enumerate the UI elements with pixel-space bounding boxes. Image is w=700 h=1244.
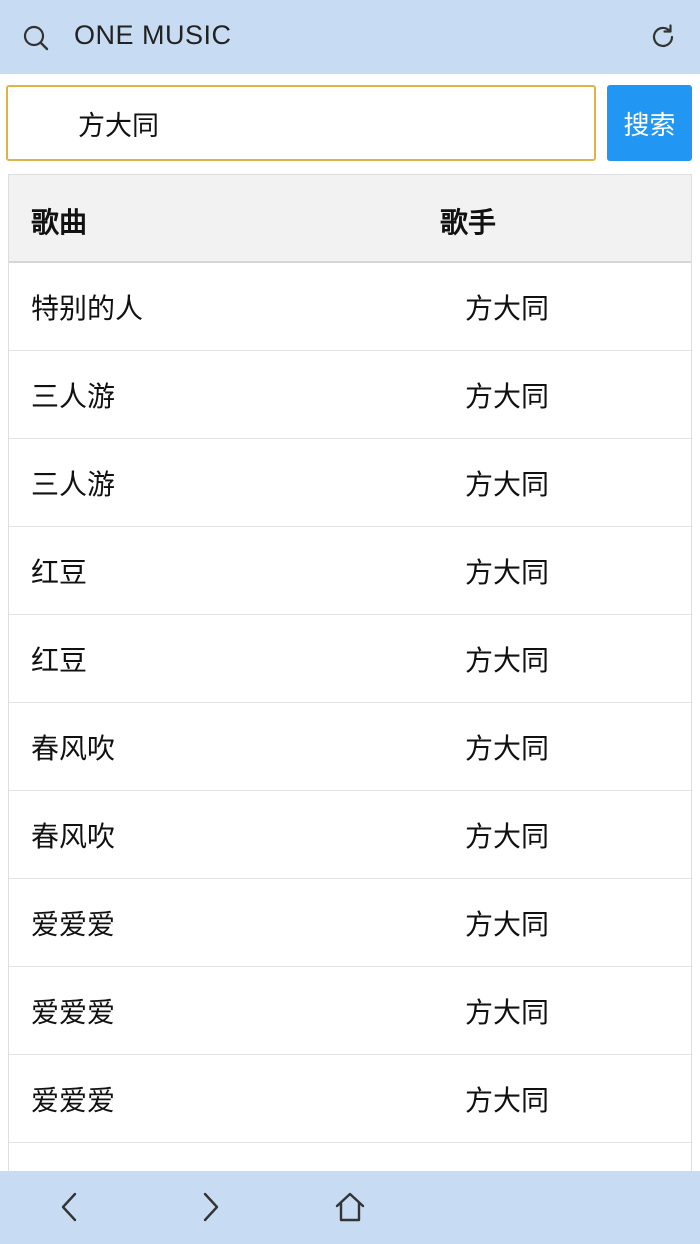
- song-cell: 三人游: [31, 380, 116, 413]
- table-row[interactable]: 红豆 方大同: [9, 527, 691, 615]
- table-row[interactable]: 红豆 方大同: [9, 615, 691, 703]
- song-cell: 春风吹: [31, 732, 116, 765]
- table-row[interactable]: 春风吹 方大同: [9, 703, 691, 791]
- home-icon[interactable]: [332, 1189, 368, 1225]
- table-row[interactable]: 特别的人 方大同: [9, 263, 691, 351]
- singer-cell: 方大同: [465, 732, 550, 765]
- refresh-icon[interactable]: [648, 22, 678, 52]
- search-row: 搜索: [0, 74, 700, 174]
- forward-icon[interactable]: [192, 1189, 228, 1225]
- table-row[interactable]: 三人游 方大同: [9, 351, 691, 439]
- singer-cell: 方大同: [465, 380, 550, 413]
- app-title: ONE MUSIC: [74, 20, 232, 50]
- song-cell: 特别的人: [31, 292, 144, 325]
- singer-cell: 方大同: [465, 468, 550, 501]
- song-cell: 爱爱爱: [31, 1084, 116, 1117]
- column-header-singer: 歌手: [440, 206, 497, 239]
- singer-cell: 方大同: [465, 644, 550, 677]
- song-cell: 红豆: [31, 556, 88, 589]
- table-row[interactable]: 爱爱爱 方大同: [9, 967, 691, 1055]
- results-table: 歌曲 歌手 特别的人 方大同 三人游 方大同 三人游 方大同 红豆 方大同 红豆…: [8, 174, 692, 1171]
- song-cell: 三人游: [31, 468, 116, 501]
- table-body: 特别的人 方大同 三人游 方大同 三人游 方大同 红豆 方大同 红豆 方大同 春…: [9, 263, 691, 1143]
- table-header: 歌曲 歌手: [9, 175, 691, 263]
- bottom-nav-bar: [0, 1171, 700, 1244]
- table-row[interactable]: 春风吹 方大同: [9, 791, 691, 879]
- table-row[interactable]: 三人游 方大同: [9, 439, 691, 527]
- search-input[interactable]: [6, 85, 596, 161]
- table-row[interactable]: 爱爱爱 方大同: [9, 879, 691, 967]
- singer-cell: 方大同: [465, 996, 550, 1029]
- singer-cell: 方大同: [465, 556, 550, 589]
- table-row[interactable]: 爱爱爱 方大同: [9, 1055, 691, 1143]
- singer-cell: 方大同: [465, 1084, 550, 1117]
- back-icon[interactable]: [52, 1189, 88, 1225]
- song-cell: 爱爱爱: [31, 996, 116, 1029]
- search-button[interactable]: 搜索: [607, 85, 692, 161]
- song-cell: 爱爱爱: [31, 908, 116, 941]
- song-cell: 红豆: [31, 644, 88, 677]
- top-bar: ONE MUSIC: [0, 0, 700, 74]
- search-icon[interactable]: [22, 24, 50, 52]
- singer-cell: 方大同: [465, 908, 550, 941]
- singer-cell: 方大同: [465, 820, 550, 853]
- song-cell: 春风吹: [31, 820, 116, 853]
- column-header-song: 歌曲: [31, 206, 88, 239]
- singer-cell: 方大同: [465, 292, 550, 325]
